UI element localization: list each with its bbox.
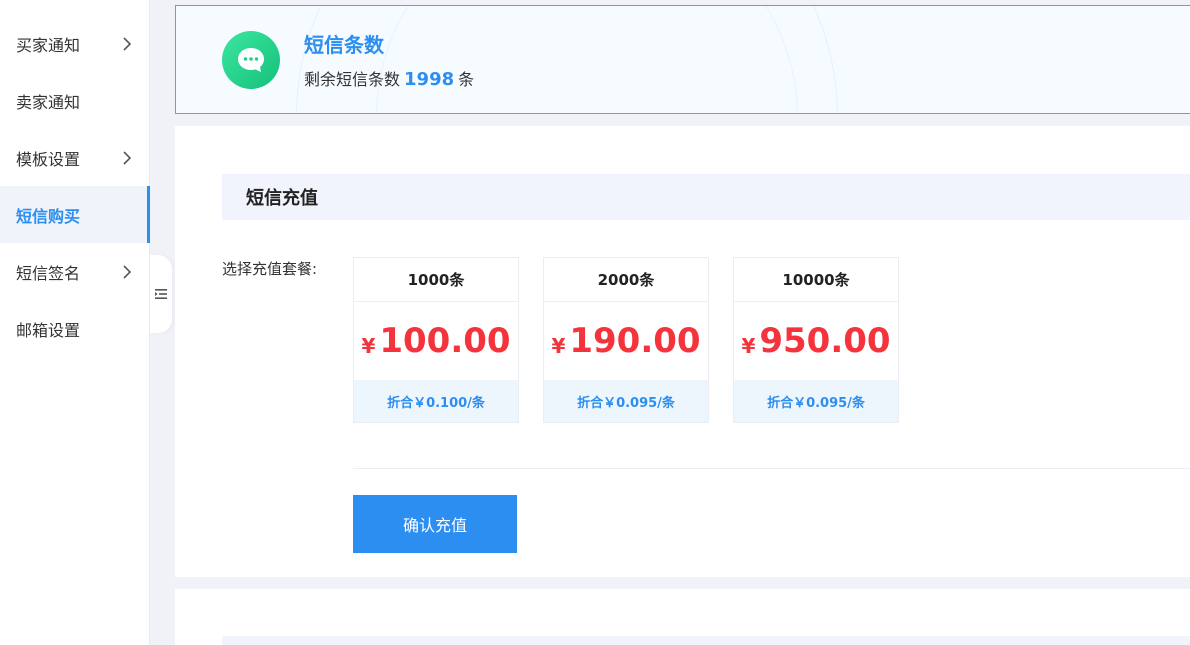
package-price: ¥190.00 bbox=[544, 302, 708, 380]
sms-count-title: 短信条数 bbox=[304, 33, 384, 57]
currency-symbol: ¥ bbox=[741, 334, 756, 358]
chat-bubble-icon bbox=[222, 30, 280, 89]
sms-count-card: 短信条数 剩余短信条数 1998 条 bbox=[175, 5, 1190, 114]
sms-recharge-panel: 短信充值 选择充值套餐: 1000条 ¥100.00 折合￥0.100/条 20… bbox=[175, 126, 1190, 577]
package-price: ¥950.00 bbox=[734, 302, 898, 380]
lower-panel-header bbox=[222, 636, 1190, 645]
package-name: 1000条 bbox=[354, 258, 518, 302]
sms-remaining-text: 剩余短信条数 1998 条 bbox=[304, 66, 474, 90]
package-name: 2000条 bbox=[544, 258, 708, 302]
package-card-10000[interactable]: 10000条 ¥950.00 折合￥0.095/条 bbox=[733, 257, 899, 423]
sidebar-item-label: 短信购买 bbox=[16, 206, 81, 226]
sidebar-item-sms-purchase[interactable]: 短信购买 bbox=[0, 186, 150, 243]
sms-remaining-count: 1998 bbox=[404, 69, 455, 90]
sidebar: 买家通知 卖家通知 模板设置 短信购买 短信签名 邮箱设置 bbox=[0, 0, 150, 645]
sms-remaining-suffix: 条 bbox=[458, 70, 475, 89]
package-price: ¥100.00 bbox=[354, 302, 518, 380]
menu-collapse-icon bbox=[155, 285, 167, 304]
lower-panel bbox=[175, 589, 1190, 645]
sidebar-item-buyer-notice[interactable]: 买家通知 bbox=[0, 15, 149, 72]
package-name: 10000条 bbox=[734, 258, 898, 302]
sidebar-item-seller-notice[interactable]: 卖家通知 bbox=[0, 72, 149, 129]
package-unit-price: 折合￥0.095/条 bbox=[544, 380, 708, 422]
sidebar-item-label: 买家通知 bbox=[16, 35, 81, 55]
chevron-right-icon bbox=[121, 264, 133, 279]
sidebar-item-label: 模板设置 bbox=[16, 149, 81, 169]
package-select-label: 选择充值套餐: bbox=[222, 260, 318, 278]
price-amount: 190.00 bbox=[569, 321, 701, 361]
currency-symbol: ¥ bbox=[551, 334, 566, 358]
sidebar-item-label: 邮箱设置 bbox=[16, 320, 81, 340]
sidebar-item-sms-signature[interactable]: 短信签名 bbox=[0, 243, 149, 300]
sms-remaining-prefix: 剩余短信条数 bbox=[304, 70, 401, 89]
package-card-2000[interactable]: 2000条 ¥190.00 折合￥0.095/条 bbox=[543, 257, 709, 423]
sidebar-item-label: 短信签名 bbox=[16, 263, 81, 283]
sidebar-item-label: 卖家通知 bbox=[16, 92, 81, 112]
sidebar-item-email-settings[interactable]: 邮箱设置 bbox=[0, 300, 149, 357]
price-amount: 950.00 bbox=[759, 321, 891, 361]
package-unit-price: 折合￥0.100/条 bbox=[354, 380, 518, 422]
currency-symbol: ¥ bbox=[361, 334, 376, 358]
section-title: 短信充值 bbox=[222, 174, 1190, 220]
divider bbox=[353, 468, 1190, 469]
chevron-right-icon bbox=[121, 150, 133, 165]
price-amount: 100.00 bbox=[379, 321, 511, 361]
package-card-1000[interactable]: 1000条 ¥100.00 折合￥0.100/条 bbox=[353, 257, 519, 423]
sidebar-collapse-toggle[interactable] bbox=[150, 255, 172, 333]
chevron-right-icon bbox=[121, 36, 133, 51]
package-unit-price: 折合￥0.095/条 bbox=[734, 380, 898, 422]
sidebar-item-template-settings[interactable]: 模板设置 bbox=[0, 129, 149, 186]
confirm-recharge-button[interactable]: 确认充值 bbox=[353, 495, 517, 553]
